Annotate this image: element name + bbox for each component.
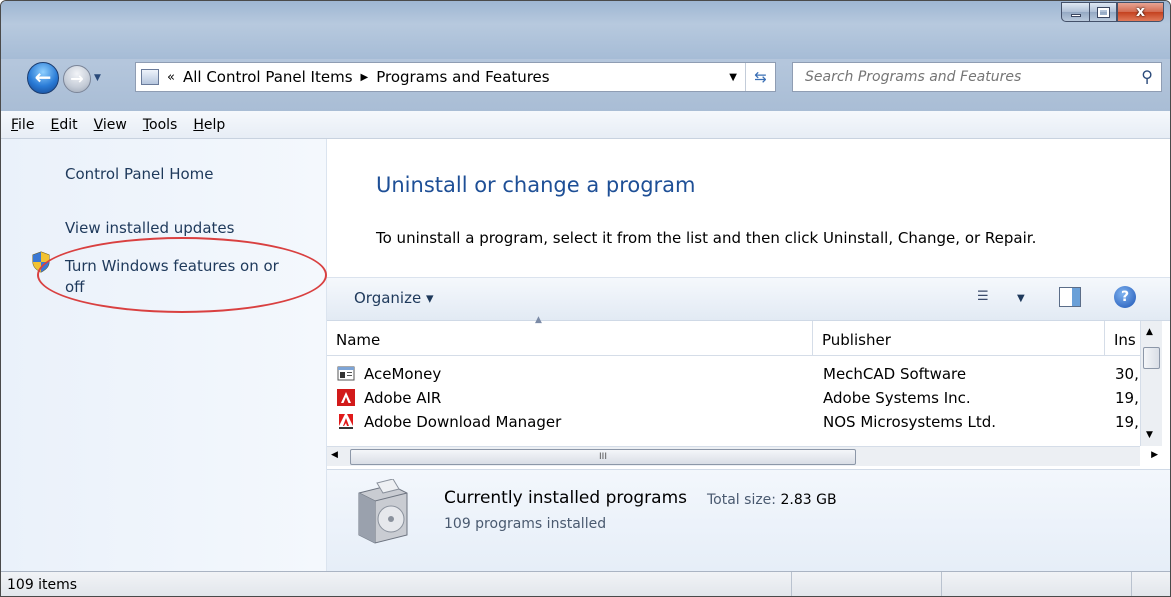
search-icon[interactable]: ⚲ (1141, 67, 1153, 86)
organize-button[interactable]: Organize ▾ (354, 289, 434, 307)
maximize-button[interactable] (1089, 2, 1117, 22)
details-total-size: Total size: 2.83 GB (707, 492, 837, 508)
breadcrumb-all-control-panel-items[interactable]: All Control Panel Items (183, 68, 353, 86)
adobe-download-manager-icon (337, 413, 355, 430)
program-publisher: NOS Microsystems Ltd. (823, 413, 997, 431)
vertical-scrollbar[interactable]: ▲ ▼ (1140, 321, 1162, 446)
address-bar[interactable]: « All Control Panel Items ▶ Programs and… (135, 62, 776, 92)
breadcrumb-programs-and-features[interactable]: Programs and Features (376, 68, 549, 86)
menu-view[interactable]: View (94, 117, 127, 133)
command-bar (327, 277, 1170, 321)
task-pane (1, 139, 327, 571)
total-size-value: 2.83 GB (780, 492, 837, 508)
title-bar: x (1, 1, 1170, 59)
refresh-button[interactable]: ⇆ (745, 63, 775, 91)
status-divider (941, 572, 942, 596)
forward-button[interactable]: → (63, 65, 91, 93)
overflow-crumb[interactable]: « (167, 70, 175, 85)
program-installed-on: 19, (1115, 413, 1139, 431)
menu-file[interactable]: File (11, 117, 34, 133)
horizontal-scroll-thumb[interactable]: III (350, 449, 856, 465)
scroll-up-icon[interactable]: ▲ (1146, 327, 1153, 337)
page-description: To uninstall a program, select it from t… (376, 229, 1037, 247)
installed-programs-icon (358, 479, 408, 544)
horizontal-scrollbar[interactable]: ◀ III ▶ (327, 446, 1158, 466)
menu-help[interactable]: Help (193, 117, 225, 133)
program-name: Adobe AIR (364, 389, 442, 407)
menu-edit[interactable]: Edit (50, 117, 77, 133)
column-headers: Name Publisher Ins (327, 321, 1140, 356)
scroll-right-icon[interactable]: ▶ (1151, 450, 1158, 460)
address-dropdown-icon[interactable]: ▼ (729, 72, 737, 83)
status-bar: 109 items (1, 571, 1170, 596)
sort-ascending-icon: ▲ (535, 315, 542, 325)
acemoney-icon (337, 366, 355, 381)
program-installed-on: 19, (1115, 389, 1139, 407)
column-publisher[interactable]: Publisher (813, 321, 1105, 356)
window-controls: x (1061, 2, 1164, 22)
scroll-left-icon[interactable]: ◀ (331, 450, 338, 460)
view-details-icon[interactable]: ☰ (977, 289, 989, 304)
details-title: Currently installed programs (444, 488, 687, 508)
forward-arrow-icon: → (70, 69, 84, 88)
page-title: Uninstall or change a program (376, 173, 696, 197)
program-publisher: MechCAD Software (823, 365, 967, 383)
maximize-icon (1096, 6, 1110, 18)
highlight-oval (37, 237, 327, 313)
control-panel-icon (141, 69, 159, 85)
menu-tools[interactable]: Tools (143, 117, 178, 133)
program-name: AceMoney (364, 365, 442, 383)
view-dropdown-icon[interactable]: ▼ (1017, 293, 1025, 304)
total-size-label: Total size: (707, 492, 777, 508)
minimize-button[interactable] (1061, 2, 1089, 22)
menu-bar: File Edit View Tools Help (1, 111, 1170, 139)
minimize-icon (1070, 13, 1081, 17)
back-arrow-icon: ← (34, 65, 52, 89)
recent-pages-dropdown[interactable]: ▼ (94, 73, 101, 83)
preview-pane-button[interactable] (1059, 287, 1081, 307)
search-box[interactable]: ⚲ (792, 62, 1162, 92)
program-publisher: Adobe Systems Inc. (823, 389, 971, 407)
program-installed-on: 30, (1115, 365, 1139, 383)
table-row[interactable]: AceMoney MechCAD Software 30, (327, 363, 1140, 387)
back-button[interactable]: ← (27, 62, 59, 94)
table-row[interactable]: Adobe AIR Adobe Systems Inc. 19, (327, 387, 1140, 411)
program-name: Adobe Download Manager (364, 413, 562, 431)
column-name[interactable]: Name (327, 321, 813, 356)
status-divider (791, 572, 792, 596)
status-divider (1131, 572, 1132, 596)
control-panel-home-link[interactable]: Control Panel Home (65, 164, 214, 185)
adobe-air-icon (337, 389, 355, 406)
breadcrumb-chevron-icon[interactable]: ▶ (361, 72, 369, 83)
table-row[interactable]: Adobe Download Manager NOS Microsystems … (327, 411, 1140, 435)
help-button[interactable]: ? (1114, 286, 1136, 308)
scroll-down-icon[interactable]: ▼ (1146, 430, 1153, 440)
status-item-count: 109 items (7, 577, 78, 593)
close-button[interactable]: x (1117, 2, 1164, 22)
view-installed-updates-link[interactable]: View installed updates (65, 218, 234, 239)
vertical-scroll-thumb[interactable] (1143, 347, 1160, 369)
window: x ← → ▼ « All Control Panel Items ▶ Prog… (0, 0, 1171, 597)
column-installed-on[interactable]: Ins (1105, 321, 1140, 356)
search-input[interactable] (793, 63, 1113, 91)
details-program-count: 109 programs installed (444, 516, 607, 532)
